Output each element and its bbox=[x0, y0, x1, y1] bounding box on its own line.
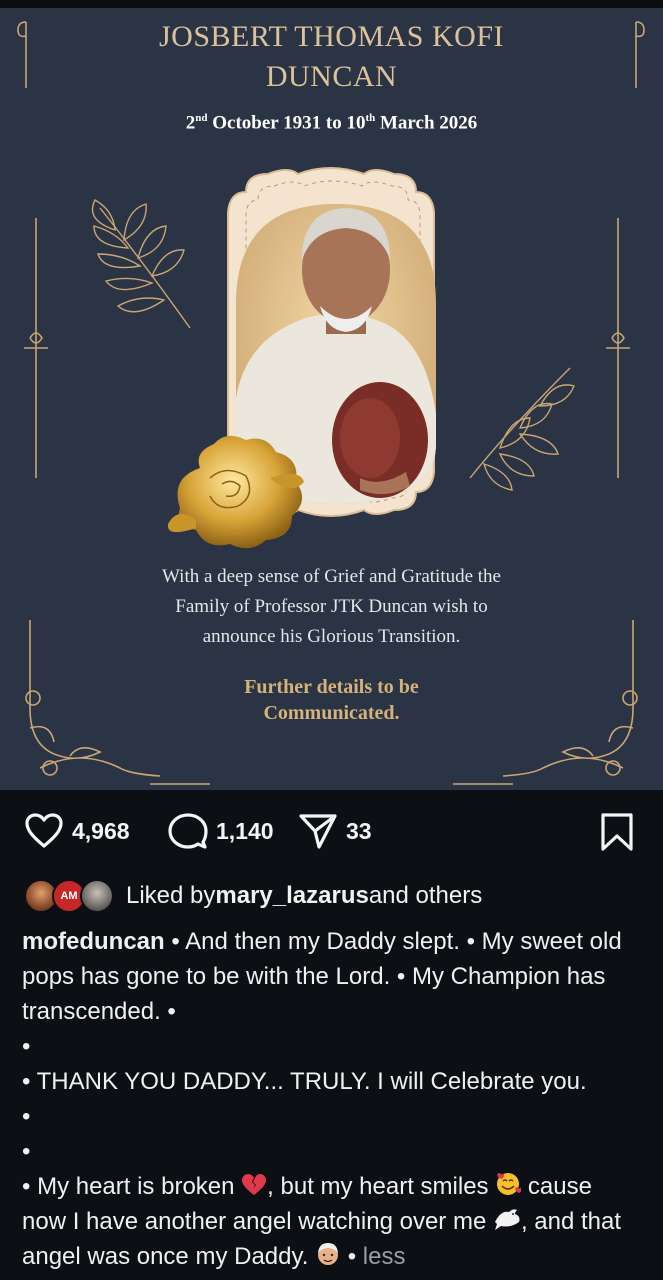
broken-heart-icon bbox=[242, 1174, 267, 1195]
liked-by-suffix: and others bbox=[368, 882, 483, 909]
liker-avatars: AM bbox=[24, 878, 116, 914]
comment-icon bbox=[168, 813, 208, 849]
caption-text: • My heart is broken bbox=[22, 1173, 242, 1200]
announcement-line-3: announce his Glorious Transition. bbox=[202, 626, 461, 647]
like-button[interactable]: 4,968 bbox=[24, 812, 130, 850]
liked-by-user[interactable]: mary_lazarus bbox=[215, 882, 368, 910]
bookmark-icon bbox=[601, 813, 633, 851]
status-strip bbox=[0, 0, 663, 8]
liked-by-row[interactable]: AM Liked by mary_lazarus and others bbox=[24, 876, 482, 916]
caption-text: • THANK YOU DADDY... TRULY. I will Celeb… bbox=[22, 1068, 587, 1095]
post-image[interactable]: JOSBERT THOMAS KOFI DUNCAN 2nd October 1… bbox=[0, 8, 663, 790]
show-less-link[interactable]: less bbox=[363, 1243, 406, 1270]
old-man-face-icon bbox=[318, 1243, 339, 1265]
life-dates: 2nd October 1931 to 10th March 2026 bbox=[185, 112, 478, 134]
share-icon bbox=[299, 814, 337, 849]
comment-count: 1,140 bbox=[216, 817, 274, 844]
further-details-line-2: Communicated. bbox=[263, 702, 400, 724]
caption-bullet: • bbox=[22, 1033, 31, 1060]
share-button[interactable]: 33 bbox=[298, 812, 372, 850]
deceased-name-line2: DUNCAN bbox=[265, 60, 398, 93]
post-caption: mofeduncan • And then my Daddy slept. • … bbox=[22, 924, 640, 1274]
liked-by-prefix: Liked by bbox=[126, 882, 216, 909]
caption-text: • bbox=[341, 1243, 363, 1270]
caption-bullet: • bbox=[22, 1103, 31, 1130]
post-action-bar: 4,968 1,140 33 bbox=[0, 800, 663, 864]
dove-icon bbox=[494, 1209, 520, 1230]
comment-button[interactable]: 1,140 bbox=[168, 812, 274, 850]
heart-icon bbox=[25, 813, 63, 848]
further-details-line-1: Further details to be bbox=[244, 676, 419, 698]
deceased-name-line1: JOSBERT THOMAS KOFI bbox=[159, 20, 504, 53]
caption-text: , but my heart smiles bbox=[267, 1173, 496, 1200]
announcement-line-1: With a deep sense of Grief and Gratitude… bbox=[162, 566, 501, 587]
share-count: 33 bbox=[346, 817, 372, 844]
caption-username[interactable]: mofeduncan bbox=[22, 928, 165, 955]
announcement-line-2: Family of Professor JTK Duncan wish to bbox=[175, 596, 488, 617]
save-button[interactable] bbox=[600, 812, 634, 852]
smiling-face-with-hearts-icon bbox=[497, 1173, 522, 1195]
avatar bbox=[80, 879, 114, 913]
like-count: 4,968 bbox=[72, 817, 130, 844]
caption-bullet: • bbox=[22, 1138, 31, 1165]
